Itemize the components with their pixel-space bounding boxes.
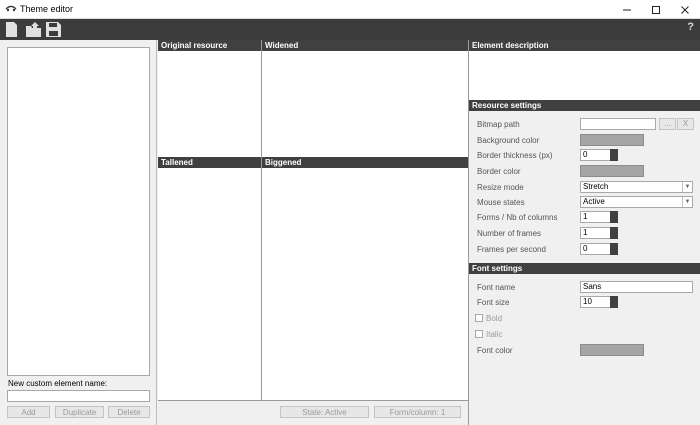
font-name-input[interactable]: Sans <box>580 281 693 293</box>
maximize-icon <box>652 5 660 14</box>
border-thickness-stepper[interactable]: 0 <box>580 149 618 161</box>
border-thickness-label: Border thickness (px) <box>477 151 553 160</box>
border-color-swatch[interactable] <box>580 165 644 177</box>
resize-mode-value: Stretch <box>583 182 609 191</box>
bitmap-path-label: Bitmap path <box>477 120 520 129</box>
frames-per-second-stepper[interactable]: 0 <box>580 243 618 255</box>
forms-columns-stepper[interactable]: 1 <box>580 211 618 223</box>
new-element-name-label: New custom element name: <box>8 379 108 388</box>
background-color-swatch[interactable] <box>580 134 644 146</box>
italic-checkbox[interactable] <box>475 330 483 338</box>
stepper-arrows-icon[interactable] <box>610 227 618 239</box>
element-description-header: Element description <box>469 40 700 51</box>
delete-button[interactable]: Delete <box>108 406 150 418</box>
frames-per-second-value: 0 <box>583 244 588 253</box>
new-element-name-input[interactable] <box>7 390 150 402</box>
bitmap-path-input[interactable] <box>580 118 656 130</box>
number-of-frames-value: 1 <box>583 228 588 237</box>
element-list-panel: New custom element name: Add Duplicate D… <box>0 40 157 425</box>
chevron-down-icon: ▼ <box>682 197 692 207</box>
border-color-label: Border color <box>477 167 521 176</box>
help-icon[interactable]: ? <box>687 21 694 33</box>
italic-label: Italic <box>486 330 503 339</box>
new-file-icon[interactable] <box>5 22 18 37</box>
widened-header: Widened <box>262 40 468 51</box>
element-list[interactable] <box>7 47 150 376</box>
save-icon[interactable] <box>46 22 61 37</box>
add-button[interactable]: Add <box>7 406 50 418</box>
maximize-button[interactable] <box>643 1 669 18</box>
mouse-states-select[interactable]: Active ▼ <box>580 196 693 208</box>
font-color-swatch[interactable] <box>580 344 644 356</box>
preview-area <box>158 51 468 400</box>
element-description-box <box>469 51 700 100</box>
original-resource-header: Original resource <box>158 40 261 51</box>
forms-columns-label: Forms / Nb of columns <box>477 213 558 222</box>
background-color-label: Background color <box>477 136 540 145</box>
stepper-arrows-icon[interactable] <box>610 211 618 223</box>
resource-settings-header: Resource settings <box>469 100 700 111</box>
bold-checkbox[interactable] <box>475 314 483 322</box>
state-button[interactable]: State: Active <box>280 406 369 418</box>
border-thickness-value: 0 <box>583 150 588 159</box>
bold-label: Bold <box>486 314 503 323</box>
number-of-frames-stepper[interactable]: 1 <box>580 227 618 239</box>
window-title: Theme editor <box>20 4 74 14</box>
toolbar: ? <box>0 19 700 40</box>
font-size-stepper[interactable]: 10 <box>580 296 618 308</box>
preview-divider <box>261 40 262 400</box>
duplicate-button[interactable]: Duplicate <box>55 406 104 418</box>
mouse-states-value: Active <box>583 197 605 206</box>
minimize-button[interactable] <box>614 1 640 18</box>
minimize-icon <box>623 9 631 10</box>
open-folder-icon[interactable] <box>25 22 42 37</box>
clear-path-button[interactable]: X <box>677 118 694 130</box>
tallened-header: Tallened <box>158 157 261 168</box>
form-column-button[interactable]: Form/column: 1 <box>374 406 461 418</box>
title-bar: Theme editor <box>0 0 700 19</box>
forms-columns-value: 1 <box>583 212 588 221</box>
number-of-frames-label: Number of frames <box>477 229 542 238</box>
browse-button[interactable]: ... <box>659 118 676 130</box>
font-size-value: 10 <box>583 297 592 306</box>
resize-mode-label: Resize mode <box>477 183 524 192</box>
stepper-arrows-icon[interactable] <box>610 296 618 308</box>
mouse-states-label: Mouse states <box>477 198 525 207</box>
font-color-label: Font color <box>477 346 513 355</box>
close-button[interactable] <box>672 1 698 18</box>
font-name-label: Font name <box>477 283 516 292</box>
frames-per-second-label: Frames per second <box>477 245 546 254</box>
resize-mode-select[interactable]: Stretch ▼ <box>580 181 693 193</box>
stepper-arrows-icon[interactable] <box>610 243 618 255</box>
font-settings-header: Font settings <box>469 263 700 274</box>
close-icon <box>681 5 689 14</box>
stepper-arrows-icon[interactable] <box>610 149 618 161</box>
preview-bottom-border <box>158 400 468 401</box>
biggened-header: Biggened <box>262 157 468 168</box>
font-size-label: Font size <box>477 298 510 307</box>
app-icon <box>5 5 17 12</box>
chevron-down-icon: ▼ <box>682 182 692 192</box>
